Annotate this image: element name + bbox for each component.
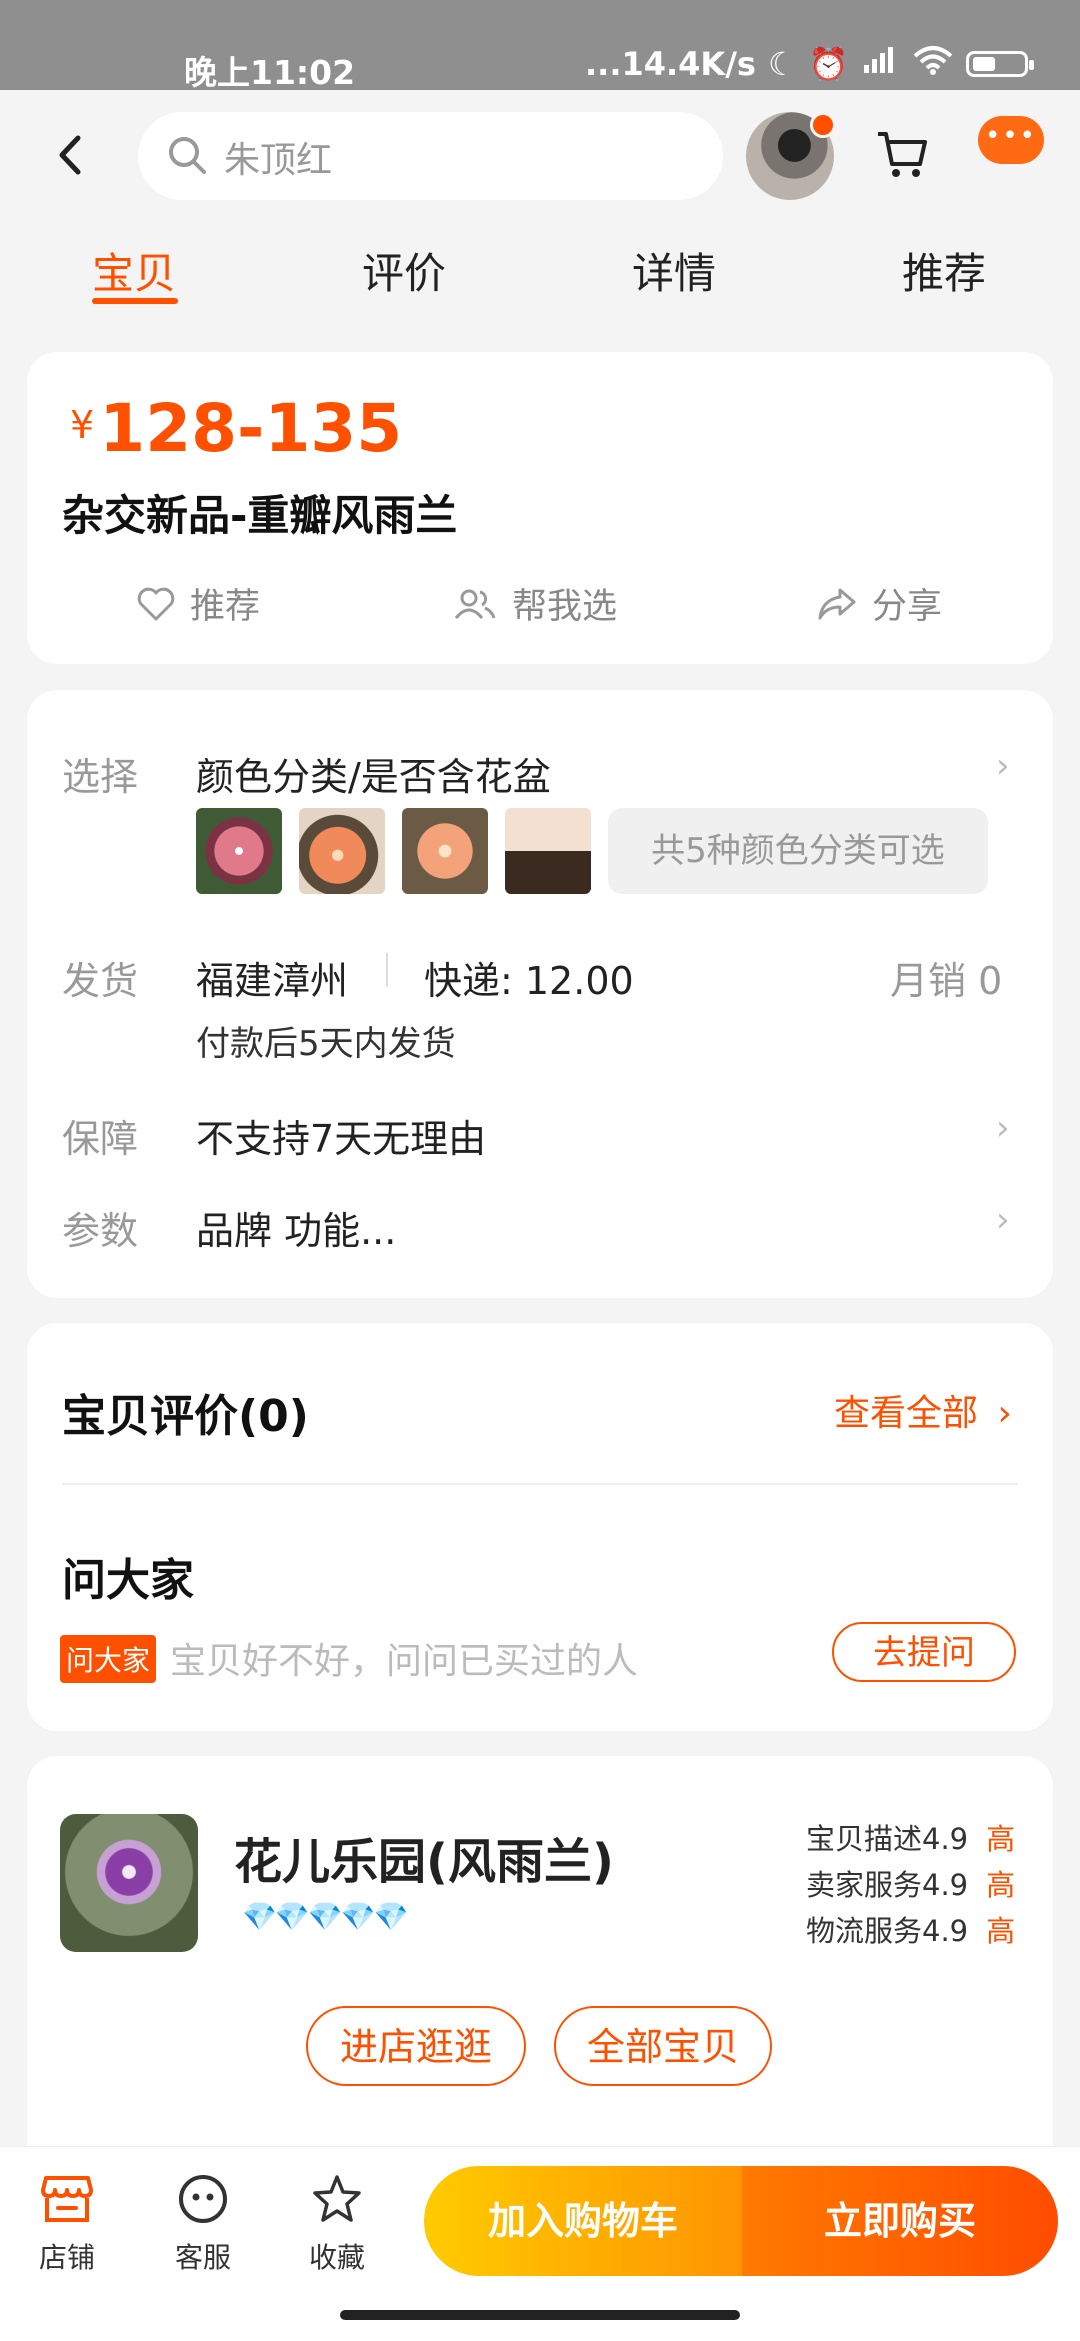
help-choose-label: 帮我选 [512, 587, 618, 627]
params-value[interactable]: 品牌 功能... [196, 1200, 396, 1255]
home-indicator[interactable] [340, 2310, 740, 2320]
score-label: 宝贝描述4.9 [806, 1822, 969, 1856]
cart-icon [878, 132, 927, 177]
score-description: 宝贝描述4.9 高 [806, 1816, 1015, 1858]
share-button[interactable]: 分享 [816, 578, 942, 629]
select-value[interactable]: 颜色分类/是否含花盆 [196, 746, 551, 801]
view-all-link[interactable]: 查看全部 › [834, 1384, 1012, 1436]
tab-recommend[interactable]: 推荐 [902, 240, 986, 301]
reviews-title: 宝贝评价(0) [62, 1391, 309, 1442]
star-icon [313, 2175, 361, 2222]
favorite-label: 收藏 [308, 2241, 365, 2274]
shipping-fee: 快递: 12.00 [424, 959, 634, 1003]
ask-tag: 问大家 [60, 1635, 157, 1683]
all-items-button[interactable]: 全部宝贝 [554, 2006, 772, 2086]
divider [62, 1483, 1018, 1485]
guarantee-label: 保障 [62, 1117, 139, 1161]
tab-item[interactable]: 宝贝 [92, 240, 176, 301]
color-count-pill[interactable]: 共5种颜色分类可选 [608, 808, 988, 894]
score-level: 高 [986, 1868, 1016, 1902]
more-menu-button[interactable]: ••• [978, 116, 1044, 164]
wifi-icon [912, 44, 954, 84]
ask-question-button[interactable]: 去提问 [832, 1622, 1016, 1682]
shipping-origin: 福建漳州 [196, 959, 349, 1003]
signal-icon [860, 45, 900, 83]
select-label: 选择 [62, 755, 139, 799]
view-all-label: 查看全部 [834, 1393, 979, 1434]
service-label: 客服 [174, 2241, 231, 2274]
color-option-thumb[interactable] [196, 808, 282, 894]
active-tab-indicator [92, 298, 178, 304]
score-logistics: 物流服务4.9 高 [806, 1908, 1015, 1950]
shop-name[interactable]: 花儿乐园(风雨兰) [234, 1822, 614, 1892]
tab-reviews[interactable]: 评价 [362, 240, 446, 301]
search-icon [169, 137, 206, 174]
network-speed: ...14.4K/s [585, 45, 756, 83]
store-icon [41, 2176, 93, 2222]
help-choose-button[interactable]: 帮我选 [452, 578, 617, 629]
score-label: 物流服务4.9 [806, 1914, 969, 1948]
battery-icon [966, 51, 1035, 77]
price: ¥ 128-135 [70, 390, 402, 467]
shop-logo[interactable] [60, 1814, 198, 1952]
chevron-right-icon[interactable]: › [996, 746, 1010, 786]
chevron-right-icon[interactable]: › [996, 1108, 1010, 1148]
ask-title: 问大家 [62, 1555, 194, 1606]
shipping-note: 付款后5天内发货 [196, 1024, 456, 1064]
divider [386, 953, 388, 987]
service-face-icon [179, 2175, 227, 2223]
shop-label: 店铺 [38, 2241, 95, 2274]
chevron-right-icon[interactable]: › [996, 1200, 1010, 1240]
people-icon [454, 589, 496, 619]
currency-symbol: ¥ [70, 403, 95, 447]
notification-dot [810, 112, 836, 138]
color-option-thumb[interactable] [402, 808, 488, 894]
moon-icon: ☾ [767, 45, 797, 83]
shop-button[interactable]: 店铺 [12, 2166, 122, 2276]
monthly-sales: 月销 0 [890, 959, 1003, 1003]
status-time: 晚上11:02 [184, 53, 356, 92]
score-level: 高 [986, 1822, 1016, 1856]
recommend-button[interactable]: 推荐 [136, 578, 260, 629]
tab-details[interactable]: 详情 [632, 240, 716, 301]
back-button[interactable] [56, 130, 86, 184]
score-service: 卖家服务4.9 高 [806, 1862, 1015, 1904]
color-option-thumb[interactable] [505, 808, 591, 894]
recommend-label: 推荐 [190, 587, 261, 627]
product-title: 杂交新品-重瓣风雨兰 [62, 491, 458, 540]
color-option-thumb[interactable] [299, 808, 385, 894]
shipping-label: 发货 [62, 959, 139, 1003]
score-level: 高 [986, 1914, 1016, 1948]
price-range: 128-135 [99, 390, 403, 467]
params-label: 参数 [62, 1209, 139, 1253]
heart-icon [137, 587, 175, 620]
share-label: 分享 [872, 587, 943, 627]
favorite-button[interactable]: 收藏 [282, 2166, 392, 2276]
share-icon [818, 588, 856, 619]
customer-service-button[interactable]: 客服 [148, 2166, 258, 2276]
diamond-rating-icon: 💎💎💎💎💎 [242, 1900, 408, 1933]
search-placeholder: 朱顶红 [224, 140, 333, 181]
more-icon: ••• [984, 121, 1037, 151]
add-to-cart-button[interactable]: 加入购物车 [424, 2166, 742, 2276]
status-bar: 晚上11:02 ...14.4K/s ☾ ⏰ [0, 0, 1080, 92]
status-indicators: ...14.4K/s ☾ ⏰ [585, 44, 1035, 84]
alarm-icon: ⏰ [808, 45, 849, 83]
back-arrow-icon [59, 135, 81, 175]
visit-shop-button[interactable]: 进店逛逛 [306, 2006, 526, 2086]
guarantee-value[interactable]: 不支持7天无理由 [196, 1108, 486, 1163]
cart-button[interactable] [874, 128, 930, 184]
buy-now-button[interactable]: 立即购买 [742, 2166, 1058, 2276]
chevron-right-icon: › [997, 1393, 1012, 1434]
ask-placeholder[interactable]: 宝贝好不好，问问已买过的人 [170, 1632, 638, 1684]
search-bar[interactable]: 朱顶红 [138, 112, 723, 200]
score-label: 卖家服务4.9 [806, 1868, 969, 1902]
